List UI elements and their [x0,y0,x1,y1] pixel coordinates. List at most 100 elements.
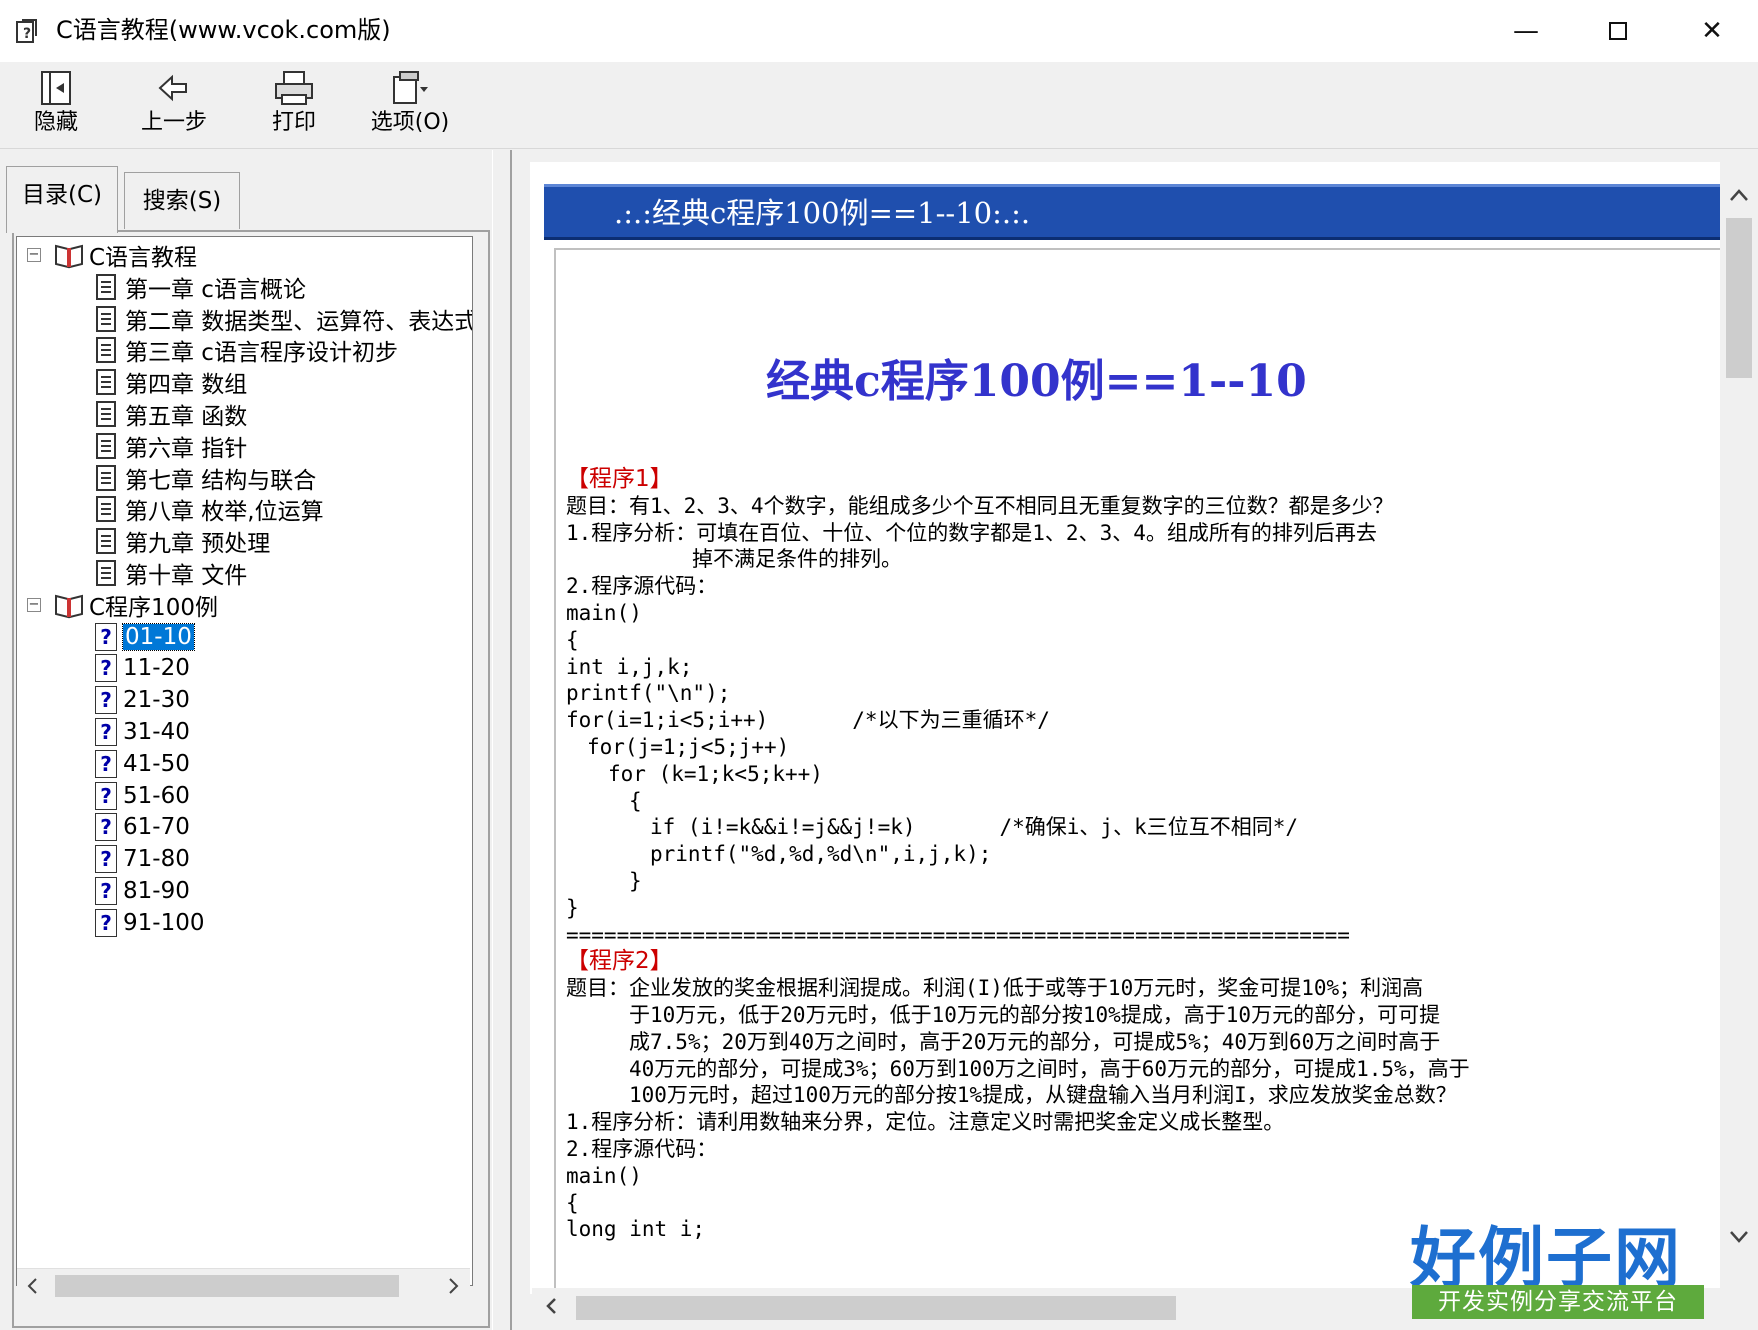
scroll-left-icon[interactable] [544,1296,560,1316]
page-title: 经典c程序100例==1--10 [766,356,1307,407]
topic-page: 经典c程序100例==1--10 【程序1】 题目：有1、2、3、4个数字，能组成… [554,248,1720,1294]
tree-item-chapter[interactable]: 第九章 预处理 [95,525,270,557]
help-topic-icon: ? [95,908,117,937]
tree-item-range[interactable]: ? 11-20 [95,652,190,684]
text-line: { [566,1190,579,1215]
options-button[interactable]: 选项(O) [360,68,460,146]
help-topic-icon: ? [95,718,117,746]
window-title: C语言教程(www.vcok.com版) [56,16,391,44]
section-heading: 【程序2】 [566,948,673,975]
text-line: 1.程序分析：可填在百位、十位、个位的数字都是1、2、3、4。组成所有的排列后再… [566,520,1377,545]
tree-item-label: 第一章 c语言概论 [125,276,306,303]
back-button[interactable]: 上一步 [124,68,224,146]
svg-text:?: ? [23,26,31,42]
tree-item-chapter[interactable]: 第一章 c语言概论 [95,271,306,303]
tree-item-range[interactable]: ? 71-80 [95,843,190,875]
contents-tree[interactable]: − C语言教程第一章 c语言概论第二章 数据类型、运算符、表达式 第三章 c语言程序… [16,236,473,1286]
topic-vertical-scrollbar[interactable] [1722,176,1756,1256]
tree-item-chapter[interactable]: 第六章 指针 [95,430,247,462]
tree-item-label: 41-50 [123,750,190,777]
collapse-icon[interactable]: − [27,597,41,612]
tree-item-range[interactable]: ? 31-40 [95,716,190,748]
document-icon [96,560,116,586]
tree-item-chapter[interactable]: 第七章 结构与联合 [95,462,316,494]
pane-splitter[interactable] [492,150,512,1330]
text-line: printf("%d,%d,%d\n",i,j,k); [566,842,992,867]
back-arrow-icon [158,74,187,102]
text-line: 40万元的部分，可提成3%；60万到100万之间时，高于60万元的部分，可提成1… [566,1056,1470,1081]
tree-item-label: 71-80 [123,846,190,873]
scroll-up-icon[interactable] [1728,186,1750,206]
tree-item-range[interactable]: ? 51-60 [95,780,190,812]
tree-item-chapter[interactable]: 第五章 函数 [95,398,247,430]
minimize-button[interactable]: — [1480,0,1572,62]
collapse-icon[interactable]: − [27,248,41,262]
hide-button[interactable]: 隐藏 [14,68,98,146]
topic-hscroll-thumb[interactable] [576,1296,1176,1320]
text-line: for (k=1;k<5;k++) [566,761,823,786]
tree-node-c-tutorial[interactable]: − C语言教程 [21,239,197,271]
tree-item-chapter[interactable]: 第四章 数组 [95,366,247,398]
text-line: 题目：企业发放的奖金根据利润提成。利润(I)低于或等于10万元时，奖金可提10%… [566,976,1424,1001]
help-topic-icon: ? [95,749,117,778]
text-line: long int i; [566,1217,706,1242]
tree-node-c-100-programs[interactable]: − C程序100例 [21,589,218,621]
tree-item-label: 81-90 [123,878,190,904]
document-icon [96,496,116,523]
help-topic-icon: ? [95,845,117,874]
print-button[interactable]: 打印 [252,68,336,146]
tree-horizontal-scrollbar[interactable] [17,1268,470,1303]
tree-item-range[interactable]: ? 41-50 [95,748,190,780]
minimize-icon: — [1513,16,1539,46]
watermark-logo: 好例子网 开发实例分享交流平台 [1410,1205,1710,1323]
document-icon [96,401,116,427]
separator-line: ========================================… [566,922,1350,947]
maximize-button[interactable] [1572,0,1664,62]
topic-scroll-thumb[interactable] [1726,218,1752,378]
tree-item-label: 第九章 预处理 [125,531,271,558]
tree-item-chapter[interactable]: 第十章 文件 [95,557,247,589]
tree-scroll-thumb[interactable] [55,1275,399,1297]
tree-item-label: 第四章 数组 [125,372,248,399]
text-line: printf("\n"); [566,681,731,706]
tree-item-label: 第二章 数据类型、运算符、表达式 [125,308,473,335]
print-label: 打印 [271,110,316,135]
text-line: 100万元时，超过100万元的部分按1%提成，从键盘输入当月利润I，求应发放奖金… [566,1083,1457,1108]
help-book-icon: ? [16,19,37,43]
text-line: 掉不满足条件的排列。 [566,547,902,572]
text-line: } [566,895,579,920]
scroll-right-icon[interactable] [445,1277,461,1295]
tree-node-label: C语言教程 [89,245,198,271]
text-line: 2.程序源代码： [566,574,718,599]
text-line: main() [566,601,642,625]
document-icon [96,528,116,555]
hide-label: 隐藏 [33,110,78,135]
tree-item-chapter[interactable]: 第三章 c语言程序设计初步 [95,334,398,366]
tree-item-range[interactable]: ? 81-90 [95,875,190,907]
tab-search[interactable]: 搜索(S) [124,172,240,229]
text-line: 题目：有1、2、3、4个数字，能组成多少个互不相同且无重复数字的三位数？都是多少… [566,493,1394,518]
tree-item-label: 第十章 文件 [125,563,248,589]
close-icon: ✕ [1701,16,1723,46]
tree-item-chapter[interactable]: 第八章 枚举,位运算 [95,493,324,525]
tree-item-range[interactable]: ? 91-100 [95,907,204,939]
tree-item-range[interactable]: ? 01-10 [95,621,195,653]
close-button[interactable]: ✕ [1666,0,1758,62]
text-line: main() [566,1163,642,1188]
document-icon [96,464,116,491]
tree-item-range[interactable]: ? 61-70 [95,811,190,843]
text-line: { [566,627,579,652]
text-line: } [566,869,642,893]
banner-title: .:.:经典c程序100例==1--10:.:. [614,196,1031,230]
options-label: 选项(O) [370,110,450,135]
scroll-down-icon[interactable] [1728,1226,1750,1246]
help-topic-icon: ? [95,877,117,905]
tree-item-label: 第五章 函数 [125,404,248,430]
tab-contents[interactable]: 目录(C) [6,166,118,233]
section-heading: 【程序1】 [566,466,673,492]
scroll-left-icon[interactable] [25,1277,41,1295]
tree-item-range[interactable]: ? 21-30 [95,684,190,716]
tree-item-label: 第八章 枚举,位运算 [125,499,324,526]
back-label: 上一步 [140,110,207,135]
tree-item-chapter[interactable]: 第二章 数据类型、运算符、表达式 [95,303,473,335]
